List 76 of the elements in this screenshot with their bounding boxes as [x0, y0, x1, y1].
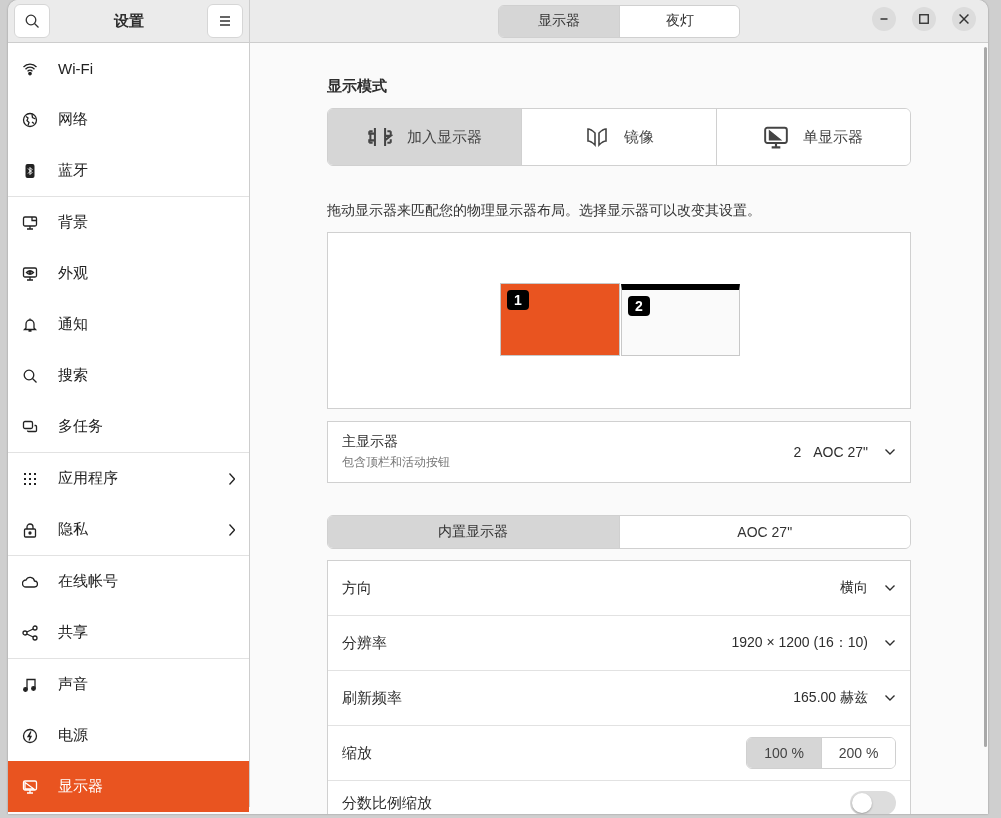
- sidebar-item[interactable]: 多任务: [8, 401, 249, 452]
- header-tab[interactable]: 夜灯: [619, 5, 739, 37]
- arrangement-hint: 拖动显示器来匹配您的物理显示器布局。选择显示器可以改变其设置。: [327, 202, 762, 220]
- grid-icon: [22, 470, 38, 487]
- sidebar-item[interactable]: 搜索: [8, 350, 249, 401]
- monitor-tile[interactable]: 1: [500, 283, 620, 356]
- monitor-icon: [22, 214, 38, 231]
- display-tab[interactable]: 内置显示器: [328, 516, 619, 548]
- display-tab[interactable]: AOC 27": [618, 516, 910, 548]
- sidebar-item[interactable]: 在线帐号: [8, 556, 249, 607]
- display-mode-option[interactable]: 加入显示器: [328, 109, 522, 165]
- primary-display-label: 主显示器: [342, 433, 399, 451]
- chevron-down-icon: [884, 584, 896, 592]
- chevron-down-icon: [884, 639, 896, 647]
- menu-icon: [217, 13, 233, 29]
- display-number: 2: [793, 444, 802, 460]
- setting-value: 横向: [840, 579, 868, 597]
- search-icon: [24, 13, 40, 29]
- header-tab[interactable]: 显示器: [499, 5, 619, 37]
- sidebar-item[interactable]: 外观: [8, 248, 249, 299]
- chevron-down-icon: [884, 448, 896, 456]
- windows-icon: [22, 418, 38, 435]
- display-mode-option[interactable]: 单显示器: [715, 109, 910, 165]
- setting-label: 分辨率: [342, 633, 388, 653]
- maximize-button[interactable]: [912, 7, 936, 31]
- search-button[interactable]: [14, 4, 50, 38]
- scale-option[interactable]: 200 %: [821, 738, 895, 768]
- search-icon: [22, 367, 38, 384]
- minimize-button[interactable]: [872, 7, 896, 31]
- sidebar-item[interactable]: 蓝牙: [8, 145, 249, 196]
- primary-display-subtitle: 包含顶栏和活动按钮: [342, 454, 451, 471]
- share-icon: [22, 624, 38, 641]
- sidebar-item[interactable]: 网络: [8, 94, 249, 145]
- monitor-tile[interactable]: 2: [621, 284, 740, 356]
- minimize-icon: [880, 18, 888, 20]
- monitor-number: 2: [628, 296, 650, 316]
- bell-icon: [22, 316, 38, 333]
- menu-button[interactable]: [207, 4, 243, 38]
- maximize-icon: [919, 14, 929, 24]
- setting-value: 1920 × 1200 (16：10): [731, 634, 868, 652]
- scrollbar[interactable]: [984, 47, 987, 747]
- chevron-down-icon: [884, 694, 896, 702]
- monitor-eye-icon: [22, 265, 38, 282]
- dropdown-row[interactable]: 刷新频率 165.00 赫兹: [328, 670, 910, 725]
- sidebar-item[interactable]: 显示器: [8, 761, 249, 812]
- monitor-number: 1: [507, 290, 529, 310]
- sidebar-item[interactable]: Wi-Fi: [8, 43, 249, 94]
- display-icon: [22, 778, 38, 795]
- power-icon: [22, 727, 38, 744]
- section-title: 显示模式: [327, 77, 388, 96]
- sidebar-item[interactable]: 应用程序: [8, 453, 249, 504]
- globe-icon: [22, 111, 38, 128]
- sidebar-item[interactable]: 隐私: [8, 504, 249, 555]
- display-mode-option[interactable]: 镜像: [521, 109, 716, 165]
- setting-label: 缩放: [342, 743, 373, 763]
- setting-label: 分数比例缩放: [342, 793, 433, 813]
- window-title: 设置: [113, 11, 144, 31]
- sidebar-item[interactable]: 通知: [8, 299, 249, 350]
- sidebar-item[interactable]: 共享: [8, 607, 249, 658]
- dropdown-row[interactable]: 方向 横向: [328, 561, 910, 615]
- setting-label: 方向: [342, 578, 373, 598]
- toggle-switch[interactable]: [850, 791, 896, 814]
- scale-option[interactable]: 100 %: [747, 738, 821, 768]
- setting-value: 165.00 赫兹: [793, 689, 868, 707]
- sidebar-item[interactable]: 声音: [8, 659, 249, 710]
- close-icon: [959, 14, 969, 24]
- single-display-icon: [763, 124, 790, 150]
- setting-label: 刷新频率: [342, 688, 403, 708]
- lock-icon: [22, 521, 38, 538]
- primary-display-row[interactable]: 主显示器 包含顶栏和活动按钮 2 AOC 27": [327, 421, 911, 483]
- close-button[interactable]: [952, 7, 976, 31]
- sidebar-item[interactable]: 背景: [8, 197, 249, 248]
- dropdown-row[interactable]: 分辨率 1920 × 1200 (16：10): [328, 615, 910, 670]
- music-note-icon: [22, 676, 38, 693]
- display-name: AOC 27": [813, 444, 868, 460]
- sidebar-item[interactable]: 电源: [8, 710, 249, 761]
